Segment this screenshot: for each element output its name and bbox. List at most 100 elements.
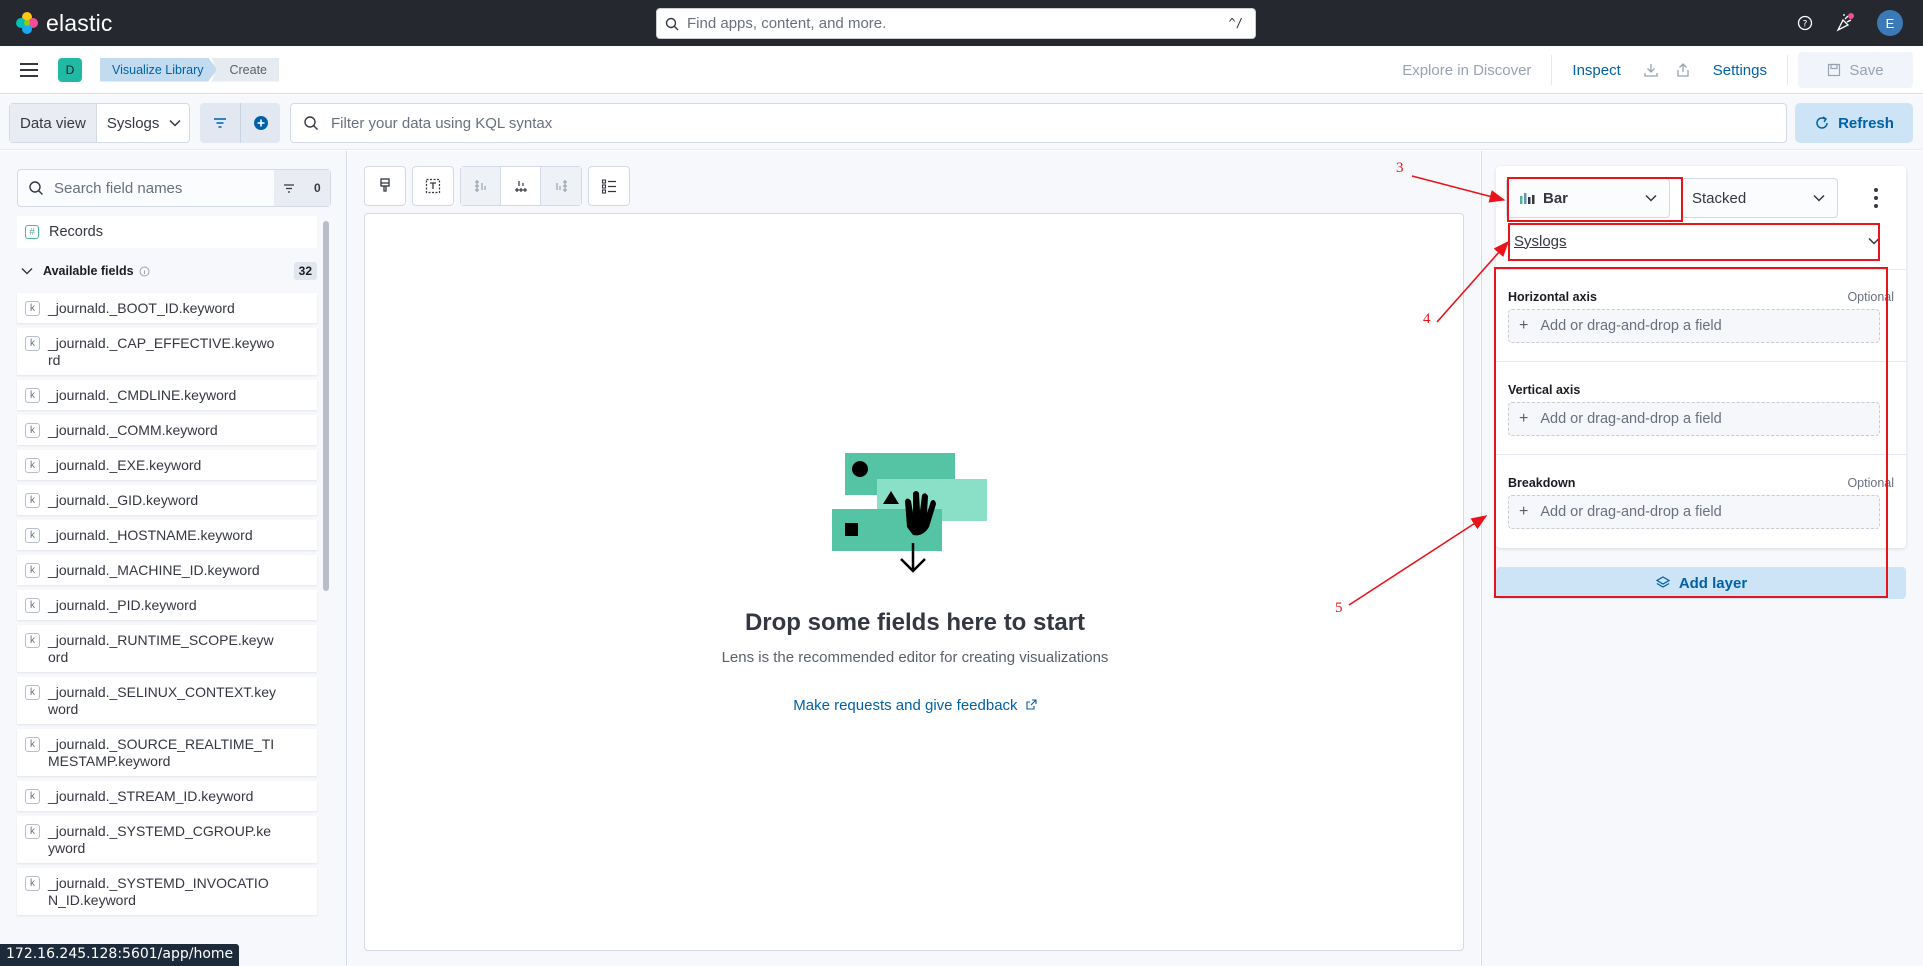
legend-button[interactable] (589, 167, 629, 205)
records-field[interactable]: # Records (17, 216, 317, 248)
global-header: elastic Find apps, content, and more. ^/… (0, 0, 1923, 46)
field-list-item[interactable]: k _journald._CMDLINE.keyword (17, 380, 317, 410)
user-avatar[interactable]: E (1877, 10, 1903, 36)
kql-query-input[interactable]: Filter your data using KQL syntax (290, 103, 1787, 143)
plus-circle-icon (253, 116, 268, 130)
annotation-label-3: 3 (1396, 160, 1404, 176)
share-icon[interactable] (1675, 62, 1691, 78)
chevron-down-icon (169, 119, 181, 127)
titles-text-button[interactable] (413, 167, 453, 205)
field-list-item[interactable]: k _journald._CAP_EFFECTIVE.keyword (17, 328, 317, 375)
keyword-token-icon: k (25, 633, 40, 648)
annotation-box-chart-type (1507, 177, 1683, 222)
drag-drop-illustration (832, 453, 987, 573)
refresh-icon (1816, 116, 1828, 129)
field-list-item[interactable]: k _journald._HOSTNAME.keyword (17, 520, 317, 550)
field-name: _journald._MACHINE_ID.keyword (48, 562, 260, 578)
axis-right-icon (556, 180, 567, 192)
number-token-icon: # (25, 225, 39, 239)
menu-icon[interactable] (20, 62, 38, 77)
field-name: _journald._EXE.keyword (48, 457, 202, 473)
drop-title: Drop some fields here to start (744, 609, 1086, 636)
field-list-item[interactable]: k _journald._GID.keyword (17, 485, 317, 515)
field-list-panel: Search field names 0 # Records Available… (0, 151, 347, 966)
annotation-label-5: 5 (1335, 600, 1343, 616)
search-icon (665, 17, 679, 30)
breadcrumb-create: Create (211, 57, 280, 82)
keyword-token-icon: k (25, 824, 40, 839)
keyword-token-icon: k (25, 388, 40, 403)
global-search-input[interactable]: Find apps, content, and more. ^/ (656, 8, 1256, 39)
field-name: _journald._GID.keyword (48, 492, 199, 508)
app-navbar: D Visualize Library Create Explore in Di… (0, 46, 1923, 94)
keyword-token-icon: k (25, 493, 40, 508)
settings-link[interactable]: Settings (1707, 62, 1787, 79)
global-search-placeholder: Find apps, content, and more. (687, 15, 887, 32)
text-icon (425, 178, 441, 194)
add-filter-button[interactable] (240, 103, 280, 143)
records-label: Records (49, 224, 103, 240)
field-name: _journald._SYSTEMD_INVOCATION_ID.keyword (48, 875, 269, 908)
explore-in-discover-link[interactable]: Explore in Discover (1382, 62, 1551, 79)
status-url: 172.16.245.128:5601/app/home (0, 944, 240, 966)
field-search-placeholder: Search field names (54, 179, 183, 197)
field-list-item[interactable]: k _journald._SOURCE_REALTIME_TIMESTAMP.ke… (17, 729, 317, 776)
filter-options-button[interactable] (200, 103, 240, 143)
available-fields-label: Available fields (43, 264, 134, 278)
elastic-logo-icon (16, 12, 38, 34)
field-name: _journald._COMM.keyword (48, 422, 218, 438)
bottom-axis-button[interactable] (501, 167, 541, 205)
query-bar: Data view Syslogs Filter your data using… (0, 95, 1923, 150)
data-view-picker[interactable]: Data view Syslogs (9, 103, 190, 143)
space-avatar[interactable]: D (58, 57, 82, 82)
refresh-button[interactable]: Refresh (1795, 103, 1913, 143)
field-list-item[interactable]: k _journald._SYSTEMD_CGROUP.keyword (17, 816, 317, 863)
drop-canvas[interactable]: Drop some fields here to start Lens is t… (364, 213, 1464, 951)
keyword-token-icon: k (25, 737, 40, 752)
help-icon[interactable]: ? (1797, 15, 1813, 31)
kql-placeholder: Filter your data using KQL syntax (331, 114, 553, 132)
left-axis-button[interactable] (461, 167, 501, 205)
annotation-box-data-source (1508, 223, 1880, 261)
drop-subtitle: Lens is the recommended editor for creat… (721, 649, 1109, 666)
annotation-label-4: 4 (1423, 311, 1431, 327)
field-list-item[interactable]: k _journald._RUNTIME_SCOPE.keyword (17, 625, 317, 672)
field-list-item[interactable]: k _journald._EXE.keyword (17, 450, 317, 480)
keyword-token-icon: k (25, 685, 40, 700)
toolbar-group-legend (588, 166, 630, 206)
external-link-icon (1026, 699, 1037, 710)
field-list-item[interactable]: k _journald._BOOT_ID.keyword (17, 293, 317, 323)
feedback-link[interactable]: Make requests and give feedback (365, 697, 1465, 714)
breadcrumb-visualize-library[interactable]: Visualize Library (100, 57, 218, 82)
field-filter-button[interactable]: 0 (274, 170, 330, 206)
filter-icon (284, 183, 295, 193)
available-fields-toggle[interactable]: Available fields 32 (17, 257, 317, 285)
field-list-item[interactable]: k _journald._SYSTEMD_INVOCATION_ID.keywor… (17, 868, 317, 915)
right-axis-button[interactable] (541, 167, 581, 205)
keyword-token-icon: k (25, 423, 40, 438)
keyword-token-icon: k (25, 336, 40, 351)
news-feed-icon[interactable] (1835, 13, 1855, 33)
elastic-logo[interactable]: elastic (16, 10, 113, 37)
visual-options-button[interactable] (365, 167, 405, 205)
inspect-link[interactable]: Inspect (1552, 62, 1634, 79)
field-list-item[interactable]: k _journald._PID.keyword (17, 590, 317, 620)
keyword-token-icon: k (25, 563, 40, 578)
feedback-link-label: Make requests and give feedback (793, 697, 1018, 714)
layer-actions-icon[interactable] (1871, 188, 1881, 208)
chevron-down-icon (1813, 194, 1825, 202)
svg-text:?: ? (1803, 20, 1808, 30)
field-list-scroll-thumb[interactable] (323, 221, 329, 591)
field-list-item[interactable]: k _journald._STREAM_ID.keyword (17, 781, 317, 811)
field-list-item[interactable]: k _journald._SELINUX_CONTEXT.keyword (17, 677, 317, 724)
save-button[interactable]: Save (1798, 52, 1913, 88)
field-search-input[interactable]: Search field names 0 (17, 169, 331, 207)
field-name: _journald._BOOT_ID.keyword (48, 300, 235, 316)
field-list-item[interactable]: k _journald._MACHINE_ID.keyword (17, 555, 317, 585)
field-list-item[interactable]: k _journald._COMM.keyword (17, 415, 317, 445)
download-icon[interactable] (1643, 62, 1659, 78)
field-name: _journald._SELINUX_CONTEXT.keyword (48, 684, 276, 717)
keyword-token-icon: k (25, 789, 40, 804)
stack-mode-select[interactable]: Stacked (1681, 178, 1838, 218)
filter-icon (214, 118, 226, 128)
